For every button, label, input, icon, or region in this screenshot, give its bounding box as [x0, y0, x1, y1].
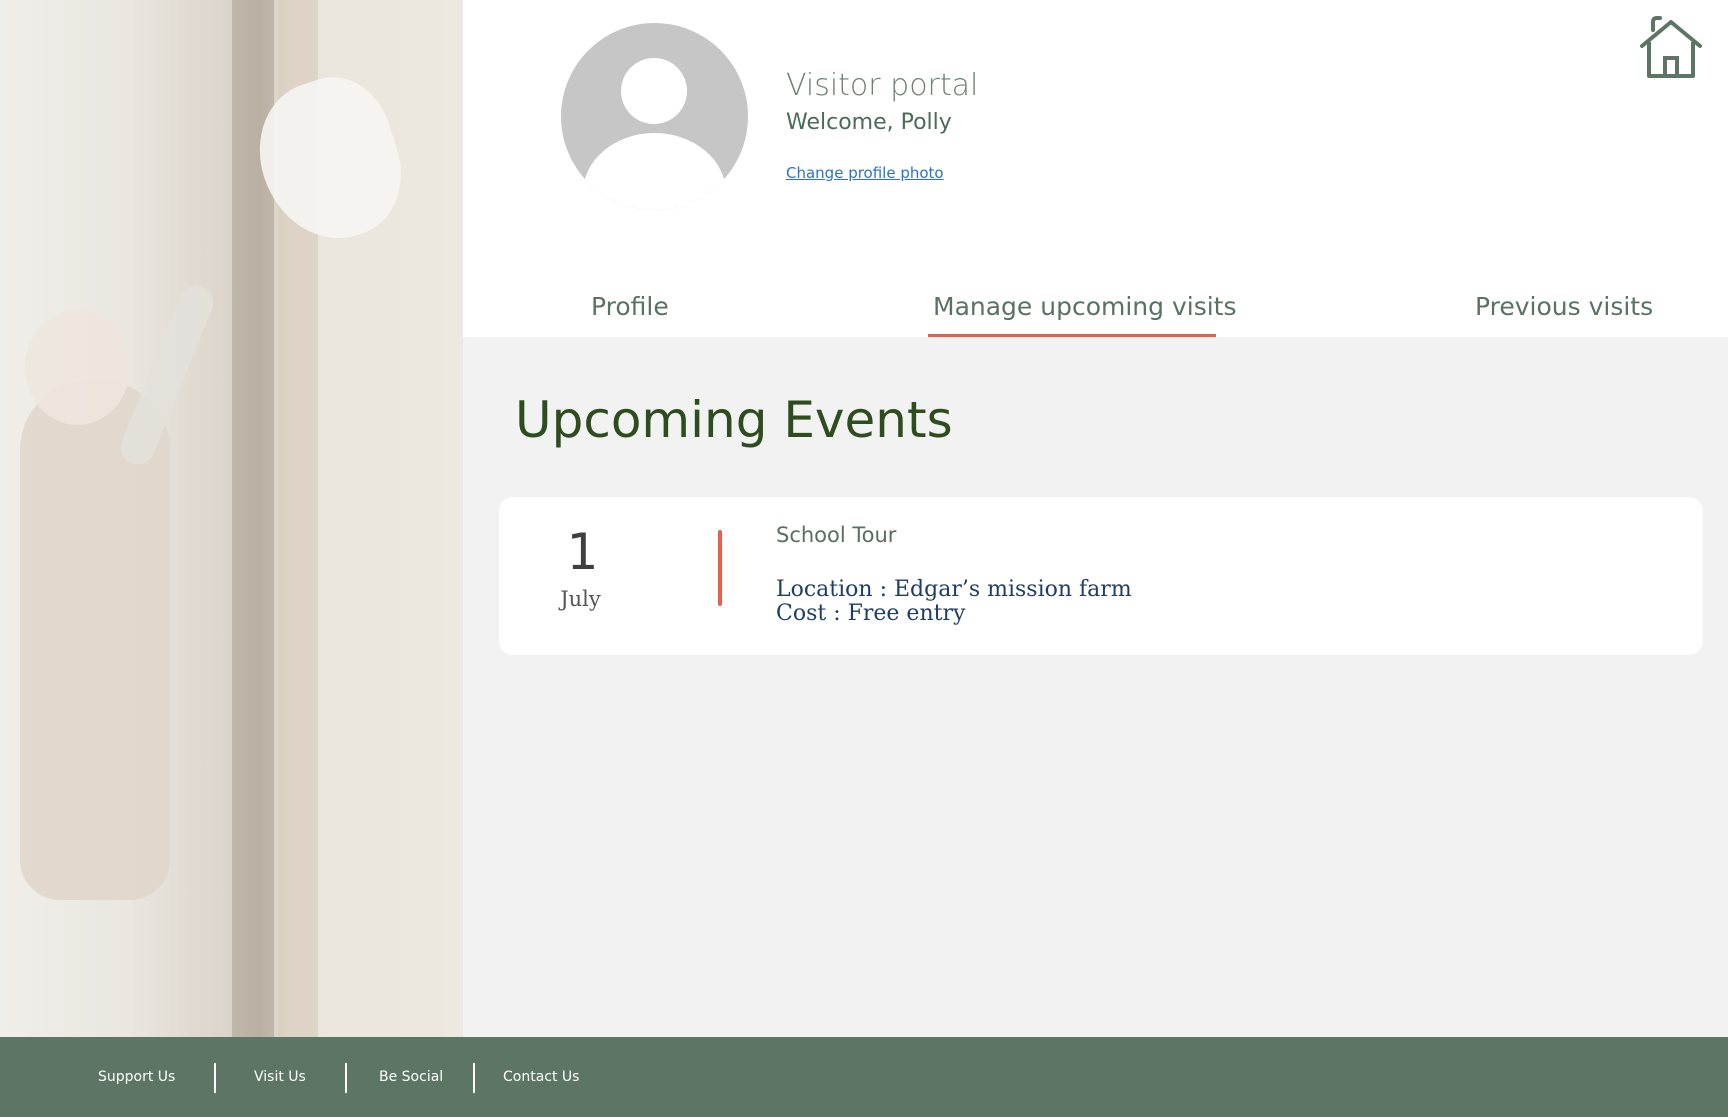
footer-divider	[214, 1063, 216, 1093]
footer-link-be-social[interactable]: Be Social	[379, 1069, 443, 1085]
user-avatar-icon	[561, 23, 748, 210]
page-title: Visitor portal	[786, 68, 979, 103]
photo-overlay	[0, 0, 463, 1037]
event-location: Location : Edgar’s mission farm	[776, 577, 1132, 602]
footer-link-support-us[interactable]: Support Us	[98, 1069, 175, 1085]
tab-manage-upcoming-visits[interactable]: Manage upcoming visits	[933, 292, 1237, 321]
footer-link-visit-us[interactable]: Visit Us	[254, 1069, 306, 1085]
tab-previous-visits[interactable]: Previous visits	[1475, 292, 1653, 321]
change-profile-photo-link[interactable]: Change profile photo	[786, 164, 944, 182]
event-day: 1	[566, 523, 599, 581]
hero-photo	[0, 0, 463, 1037]
main-content: Upcoming Events 1 July School Tour Locat…	[463, 337, 1728, 1037]
home-icon[interactable]	[1636, 16, 1706, 82]
welcome-message: Welcome, Polly	[786, 110, 952, 135]
event-name: School Tour	[776, 523, 897, 547]
avatar-shoulders	[583, 133, 726, 210]
event-card[interactable]: 1 July School Tour Location : Edgar’s mi…	[499, 497, 1703, 655]
section-title: Upcoming Events	[515, 391, 953, 449]
avatar-head	[621, 58, 687, 124]
footer-divider	[473, 1063, 475, 1093]
event-month: July	[560, 587, 601, 611]
tab-profile[interactable]: Profile	[591, 292, 669, 321]
tab-bar: Profile Manage upcoming visits Previous …	[463, 280, 1728, 338]
footer-divider	[345, 1063, 347, 1093]
footer-link-contact-us[interactable]: Contact Us	[503, 1069, 579, 1085]
footer: Support Us Visit Us Be Social Contact Us	[0, 1037, 1728, 1117]
event-divider	[718, 530, 722, 606]
event-cost: Cost : Free entry	[776, 601, 966, 626]
